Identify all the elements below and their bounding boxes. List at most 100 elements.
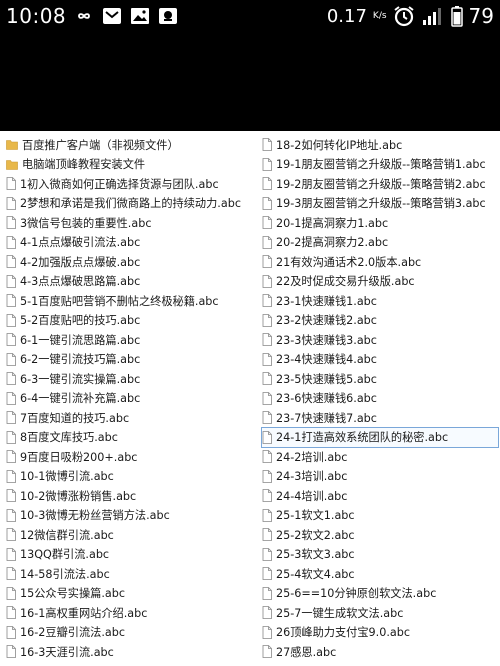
file-item[interactable]: 6-3一键引流实操篇.abc [6, 369, 256, 389]
file-item[interactable]: 19-1朋友圈营销之升级版--策略营销1.abc [262, 155, 498, 175]
file-item[interactable]: 4-1点点爆破引流法.abc [6, 233, 256, 253]
file-item[interactable]: 20-2提高洞察力2.abc [262, 233, 498, 253]
file-name: 8百度文库技巧.abc [20, 431, 118, 445]
clock: 10:08 [6, 4, 67, 28]
battery-icon [450, 6, 463, 27]
file-icon [262, 645, 272, 659]
file-item[interactable]: 7百度知道的技巧.abc [6, 408, 256, 428]
file-item[interactable]: 23-1快速赚钱1.abc [262, 291, 498, 311]
file-icon [6, 372, 16, 386]
file-item[interactable]: 9百度日吸粉200+.abc [6, 447, 256, 467]
file-item[interactable]: 16-3天涯引流.abc [6, 642, 256, 662]
file-name: 16-2豆瓣引流法.abc [20, 626, 125, 640]
file-item[interactable]: 24-1打造高效系统团队的秘密.abc [261, 426, 499, 448]
file-list[interactable]: 百度推广客户端（非视频文件） 电脑端顶峰教程安装文件 1初入微商如何正确选择货源与团… [0, 131, 500, 666]
black-header-area [0, 36, 500, 131]
file-name: 14-58引流法.abc [20, 567, 110, 581]
file-item[interactable]: 23-4快速赚钱4.abc [262, 350, 498, 370]
file-name: 10-1微博引流.abc [20, 470, 114, 484]
file-icon [6, 469, 16, 483]
file-item[interactable]: 24-3培训.abc [262, 467, 498, 487]
file-icon [6, 294, 16, 308]
infinity-icon [78, 13, 91, 19]
file-item[interactable]: 5-1百度贴吧营销不删帖之终极秘籍.abc [6, 291, 256, 311]
file-name: 7百度知道的技巧.abc [20, 411, 130, 425]
folder-item[interactable]: 百度推广客户端（非视频文件） [6, 135, 256, 155]
file-item[interactable]: 19-3朋友圈营销之升级版--策略营销3.abc [262, 194, 498, 214]
file-name: 25-2软文2.abc [276, 528, 355, 542]
file-name: 23-2快速赚钱2.abc [276, 314, 377, 328]
file-name: 4-1点点爆破引流法.abc [20, 236, 141, 250]
file-name: 23-4快速赚钱4.abc [276, 353, 377, 367]
file-name: 24-2培训.abc [276, 450, 348, 464]
file-icon [6, 528, 16, 542]
file-item[interactable]: 12微信群引流.abc [6, 525, 256, 545]
file-item[interactable]: 23-6快速赚钱6.abc [262, 389, 498, 409]
file-name: 23-7快速赚钱7.abc [276, 411, 377, 425]
file-item[interactable]: 25-3软文3.abc [262, 545, 498, 565]
file-item[interactable]: 21有效沟通话术2.0版本.abc [262, 252, 498, 272]
file-item[interactable]: 25-4软文4.abc [262, 564, 498, 584]
file-item[interactable]: 4-3点点爆破思路篇.abc [6, 272, 256, 292]
file-icon [6, 586, 16, 600]
file-item[interactable]: 10-2微博涨粉销售.abc [6, 486, 256, 506]
file-item[interactable]: 1初入微商如何正确选择货源与团队.abc [6, 174, 256, 194]
file-item[interactable]: 25-7一键生成软文法.abc [262, 603, 498, 623]
file-name: 5-1百度贴吧营销不删帖之终极秘籍.abc [20, 294, 219, 308]
file-item[interactable]: 24-2培训.abc [262, 447, 498, 467]
file-icon [262, 177, 272, 191]
file-item[interactable]: 27感恩.abc [262, 642, 498, 662]
file-item[interactable]: 25-1软文1.abc [262, 506, 498, 526]
file-name: 6-4一键引流补充篇.abc [20, 392, 141, 406]
file-item[interactable]: 10-1微博引流.abc [6, 467, 256, 487]
file-item[interactable]: 20-1提高洞察力1.abc [262, 213, 498, 233]
file-item[interactable]: 25-6==10分钟原创软文法.abc [262, 584, 498, 604]
file-item[interactable]: 23-5快速赚钱5.abc [262, 369, 498, 389]
file-item[interactable]: 23-7快速赚钱7.abc [262, 408, 498, 428]
file-name: 25-7一键生成软文法.abc [276, 606, 404, 620]
file-item[interactable]: 6-1一键引流思路篇.abc [6, 330, 256, 350]
file-item[interactable]: 15公众号实操篇.abc [6, 584, 256, 604]
file-icon [6, 606, 16, 620]
file-item[interactable]: 5-2百度贴吧的技巧.abc [6, 311, 256, 331]
file-icon [262, 216, 272, 230]
file-name: 1初入微商如何正确选择货源与团队.abc [20, 177, 219, 191]
file-item[interactable]: 19-2朋友圈营销之升级版--策略营销2.abc [262, 174, 498, 194]
file-icon [6, 391, 16, 405]
file-item[interactable]: 23-3快速赚钱3.abc [262, 330, 498, 350]
folder-icon [6, 140, 18, 151]
file-name: 23-6快速赚钱6.abc [276, 392, 377, 406]
file-name: 25-3软文3.abc [276, 548, 355, 562]
file-icon [6, 216, 16, 230]
file-icon [262, 313, 272, 327]
file-item[interactable]: 10-3微博无粉丝营销方法.abc [6, 506, 256, 526]
file-icon [262, 469, 272, 483]
file-item[interactable]: 16-2豆瓣引流法.abc [6, 623, 256, 643]
file-item[interactable]: 18-2如何转化IP地址.abc [262, 135, 498, 155]
file-item[interactable]: 22及时促成交易升级版.abc [262, 272, 498, 292]
file-item[interactable]: 23-2快速赚钱2.abc [262, 311, 498, 331]
file-item[interactable]: 6-2一键引流技巧篇.abc [6, 350, 256, 370]
file-name: 24-4培训.abc [276, 489, 348, 503]
file-item[interactable]: 2梦想和承诺是我们微商路上的持续动力.abc [6, 194, 256, 214]
file-item[interactable]: 26顶峰助力支付宝9.0.abc [262, 623, 498, 643]
file-icon [6, 489, 16, 503]
file-item[interactable]: 13QQ群引流.abc [6, 545, 256, 565]
file-icon [262, 391, 272, 405]
file-item[interactable]: 24-4培训.abc [262, 486, 498, 506]
file-item[interactable]: 25-2软文2.abc [262, 525, 498, 545]
file-name: 23-5快速赚钱5.abc [276, 372, 377, 386]
folder-item[interactable]: 电脑端顶峰教程安装文件 [6, 155, 256, 175]
file-name: 13QQ群引流.abc [20, 548, 110, 562]
file-item[interactable]: 4-2加强版点点爆破.abc [6, 252, 256, 272]
file-item[interactable]: 3微信号包装的重要性.abc [6, 213, 256, 233]
file-icon [6, 450, 16, 464]
file-item[interactable]: 16-1高权重网站介绍.abc [6, 603, 256, 623]
file-item[interactable]: 8百度文库技巧.abc [6, 428, 256, 448]
file-name: 6-2一键引流技巧篇.abc [20, 353, 141, 367]
file-name: 16-3天涯引流.abc [20, 645, 114, 659]
battery-level: 79 [468, 4, 494, 28]
signal-icon [422, 8, 441, 25]
file-item[interactable]: 14-58引流法.abc [6, 564, 256, 584]
file-item[interactable]: 6-4一键引流补充篇.abc [6, 389, 256, 409]
